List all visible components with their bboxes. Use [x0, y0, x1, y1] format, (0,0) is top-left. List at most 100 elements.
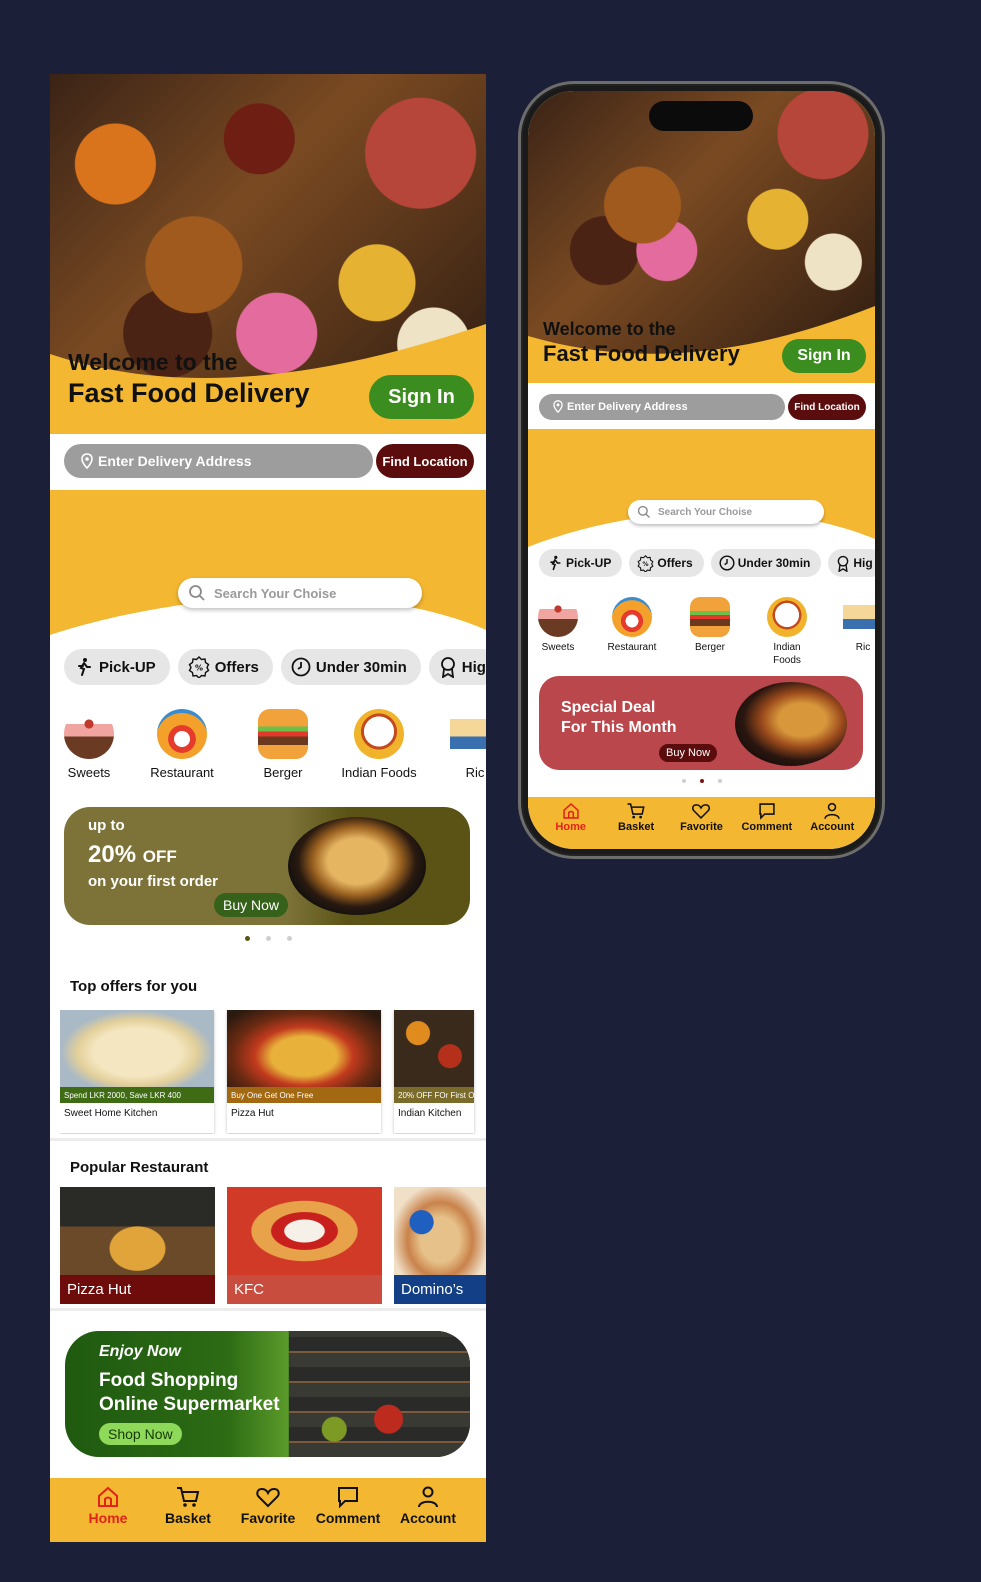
phone-tab-home[interactable]: Home	[541, 801, 601, 849]
carousel-dot[interactable]	[717, 779, 722, 783]
dominos-image	[394, 1187, 486, 1275]
cart-icon	[627, 803, 645, 819]
noodle-bowl-image	[288, 817, 426, 915]
tab-label: Comment	[741, 821, 793, 833]
deal-line-1: Special Deal	[561, 699, 656, 716]
tab-comment[interactable]: Comment	[312, 1484, 384, 1542]
phone-welcome-line-1: Welcome to the	[543, 319, 676, 339]
offer-card[interactable]: 20% OFF FOr First O Indian Kitchen	[394, 1010, 474, 1133]
phone-search-input[interactable]: Search Your Choise	[628, 500, 824, 524]
chip-label: Hig	[853, 556, 873, 570]
phone-tab-account[interactable]: Account	[802, 801, 862, 849]
hero-food-image: Welcome to the Fast Food Delivery Sign I…	[50, 74, 486, 434]
cupcake-icon	[538, 597, 578, 637]
home-icon	[98, 1486, 118, 1507]
phone-sign-in-button[interactable]: Sign In	[782, 339, 866, 373]
phone-category-rice[interactable]: Ric	[828, 594, 875, 654]
promo-banner[interactable]: up to 20% OFF on your first order Buy No…	[64, 807, 470, 925]
walking-person-icon	[550, 555, 561, 571]
phone-delivery-address-placeholder: Enter Delivery Address	[567, 401, 688, 413]
offer-card[interactable]: Spend LKR 2000, Save LKR 400 Sweet Home …	[60, 1010, 214, 1133]
phone-delivery-address-input[interactable]: Enter Delivery Address	[539, 394, 785, 420]
chip-under-30min[interactable]: Under 30min	[280, 649, 421, 685]
top-offers-title: Top offers for you	[70, 978, 198, 995]
category-label: Sweets	[67, 765, 111, 780]
phone-address-row: Enter Delivery Address Find Location	[528, 383, 875, 429]
phone-chip-highest-rated[interactable]: Hig	[828, 549, 875, 577]
welcome-line-1: Welcome to the	[68, 349, 238, 375]
comment-icon	[759, 803, 775, 820]
carousel-dot[interactable]	[286, 936, 292, 941]
market-enjoy: Enjoy Now	[99, 1343, 181, 1360]
tab-label: Comment	[315, 1510, 381, 1526]
supermarket-banner[interactable]: Enjoy Now Food Shopping Online Supermark…	[65, 1331, 470, 1457]
svg-text:%: %	[643, 561, 649, 568]
tab-account[interactable]: Account	[392, 1484, 464, 1542]
restaurant-label: Domino’s	[394, 1275, 486, 1304]
carousel-dot-active[interactable]	[699, 779, 704, 783]
phone-category-indian-foods[interactable]: Indian Foods	[752, 594, 822, 667]
fried-rice-image	[60, 1010, 214, 1087]
carousel-dot[interactable]	[681, 779, 686, 783]
home-icon	[562, 803, 579, 819]
market-line-2: Online Supermarket	[99, 1394, 280, 1415]
restaurant-card[interactable]: Pizza Hut	[60, 1187, 215, 1304]
clock-icon	[291, 657, 311, 677]
category-berger[interactable]: Berger	[238, 706, 328, 781]
chip-label: Pick-UP	[99, 658, 156, 676]
svg-text:%: %	[195, 664, 203, 673]
tab-label: Account	[400, 1510, 456, 1526]
shop-now-button[interactable]: Shop Now	[99, 1423, 182, 1445]
phone-chip-pickup[interactable]: Pick-UP	[539, 549, 623, 577]
category-sweets[interactable]: Sweets	[50, 706, 134, 781]
category-label: Berger	[263, 765, 303, 780]
sign-in-button[interactable]: Sign In	[369, 375, 474, 419]
indian-food-icon	[767, 597, 807, 637]
deal-buy-now-button[interactable]: Buy Now	[659, 744, 718, 762]
phone-category-berger[interactable]: Berger	[675, 594, 745, 654]
percent-badge-icon: %	[637, 554, 654, 572]
promo-percent-value: 20%	[88, 841, 137, 868]
location-pin-icon	[553, 400, 563, 416]
category-indian-foods[interactable]: Indian Foods	[334, 706, 424, 781]
chip-highest-rated[interactable]: Hig	[428, 649, 486, 685]
phone-category-restaurant[interactable]: Restaurant	[597, 594, 667, 654]
phone-tab-basket[interactable]: Basket	[606, 801, 666, 849]
carousel-dot-active[interactable]	[244, 936, 250, 941]
search-input[interactable]: Search Your Choise	[178, 578, 422, 608]
top-offers-list: Spend LKR 2000, Save LKR 400 Sweet Home …	[60, 1010, 486, 1134]
walking-person-icon	[78, 658, 91, 676]
indian-food-icon	[354, 709, 404, 759]
restaurant-card[interactable]: Domino’s	[394, 1187, 486, 1304]
category-rice[interactable]: Ric	[430, 706, 486, 781]
phone-find-location-button[interactable]: Find Location	[788, 394, 866, 420]
category-label: Indian Foods	[341, 765, 417, 780]
tab-home[interactable]: Home	[72, 1484, 144, 1542]
phone-chip-under-30min[interactable]: Under 30min	[710, 549, 822, 577]
search-icon	[188, 584, 206, 605]
offer-card[interactable]: Buy One Get One Free Pizza Hut	[227, 1010, 381, 1133]
kfc-image	[227, 1187, 382, 1275]
chip-pickup[interactable]: Pick-UP	[64, 649, 170, 685]
phone-tab-favorite[interactable]: Favorite	[671, 801, 731, 849]
pizza-image	[227, 1010, 381, 1087]
phone-chip-offers[interactable]: % Offers	[629, 549, 704, 577]
tab-favorite[interactable]: Favorite	[232, 1484, 304, 1542]
chip-offers[interactable]: % Offers	[177, 649, 273, 685]
promo-buy-now-button[interactable]: Buy Now	[214, 893, 289, 917]
phone-tab-comment[interactable]: Comment	[737, 801, 797, 849]
heart-icon	[256, 1487, 280, 1508]
phone-special-deal-banner[interactable]: Special Deal For This Month Buy Now	[539, 676, 863, 770]
market-title: Food Shopping Online Supermarket	[99, 1369, 280, 1417]
phone-search-band	[528, 429, 875, 549]
find-location-button[interactable]: Find Location	[376, 444, 474, 478]
supermarket-image	[289, 1331, 470, 1457]
carousel-dot[interactable]	[265, 936, 271, 941]
phone-category-sweets[interactable]: Sweets	[528, 594, 593, 654]
search-icon	[637, 505, 651, 522]
category-restaurant[interactable]: Restaurant	[137, 706, 227, 781]
delivery-address-input[interactable]: Enter Delivery Address	[64, 444, 373, 478]
restaurant-label: KFC	[227, 1275, 382, 1304]
tab-basket[interactable]: Basket	[152, 1484, 224, 1542]
restaurant-card[interactable]: KFC	[227, 1187, 382, 1304]
